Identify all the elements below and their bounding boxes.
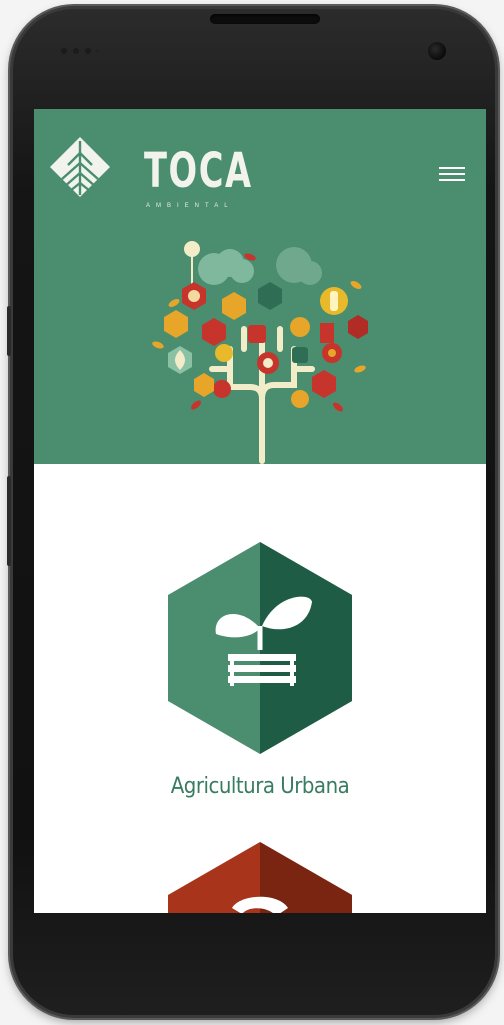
brand-tagline: AMBIENTAL [146,203,234,209]
volume-button [7,306,11,356]
phone-screen: TOCA AMBIENTAL Agricultura Urbana [34,109,486,913]
proximity-sensor [58,46,98,56]
service-card-agricultura-urbana[interactable]: Agricultura Urbana [34,464,486,913]
brand-name: TOCA [144,143,253,199]
sprout-planter-icon[interactable] [168,542,352,754]
leaf-logo-icon [50,137,110,197]
earpiece-speaker [210,14,320,24]
front-camera [428,42,446,60]
power-button [7,476,11,566]
recycle-icon[interactable] [168,842,352,913]
hamburger-menu-icon[interactable] [436,163,468,185]
eco-tree-illustration [152,241,368,464]
service-card-label[interactable]: Agricultura Urbana [34,774,486,799]
site-logo[interactable]: TOCA AMBIENTAL [50,131,251,211]
site-header: TOCA AMBIENTAL [34,109,486,464]
